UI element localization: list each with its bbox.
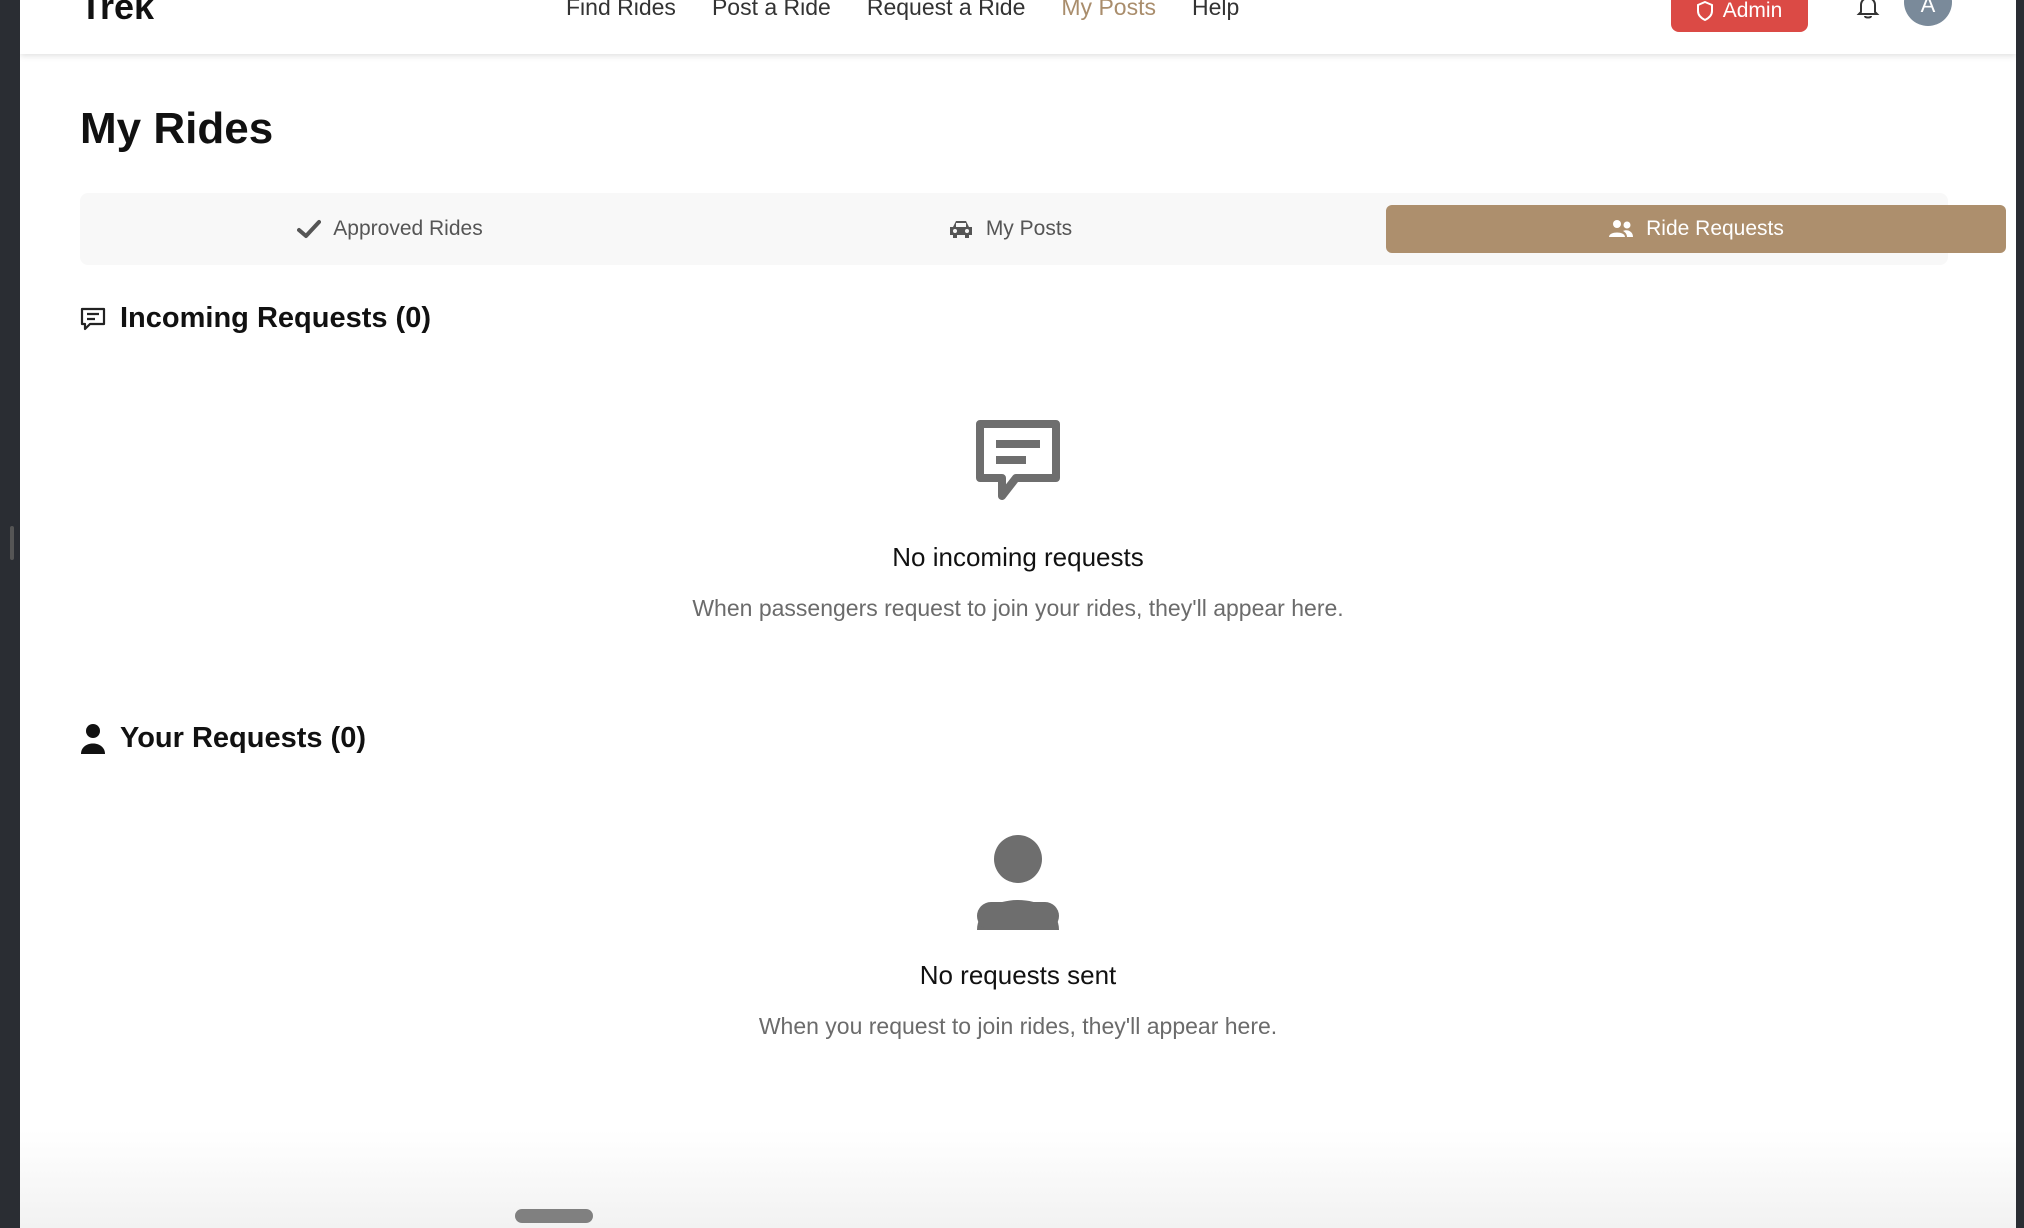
tab-ride-requests[interactable]: Ride Requests	[1386, 205, 2006, 253]
tab-label: Approved Rides	[333, 217, 483, 240]
your-requests-empty-title: No requests sent	[919, 960, 1117, 990]
tab-label: Ride Requests	[1646, 217, 1784, 240]
incoming-empty-title: No incoming requests	[892, 542, 1144, 572]
incoming-requests-title: Incoming Requests (0)	[120, 302, 431, 334]
avatar[interactable]: A	[1904, 0, 1952, 26]
admin-button[interactable]: Admin	[1671, 0, 1808, 32]
main-nav: Find Rides Post a Ride Request a Ride My…	[566, 0, 1239, 21]
nav-my-posts[interactable]: My Posts	[1061, 0, 1156, 21]
your-requests-heading: Your Requests (0)	[80, 722, 366, 755]
check-icon	[297, 220, 322, 238]
message-icon	[80, 307, 106, 330]
top-navbar: Trek Find Rides Post a Ride Request a Ri…	[20, 0, 2016, 54]
tab-my-posts[interactable]: My Posts	[700, 205, 1320, 253]
bottom-fade	[20, 1130, 2016, 1228]
incoming-requests-heading: Incoming Requests (0)	[80, 302, 431, 335]
user-icon	[81, 723, 105, 754]
page-title: My Rides	[80, 104, 274, 153]
nav-post-a-ride[interactable]: Post a Ride	[712, 0, 831, 21]
window-resize-handle[interactable]	[10, 526, 14, 560]
tab-bar: Approved Rides My Posts Ride Requests	[80, 193, 2006, 265]
nav-request-a-ride[interactable]: Request a Ride	[867, 0, 1026, 21]
tab-approved-rides[interactable]: Approved Rides	[80, 205, 700, 253]
nav-find-rides[interactable]: Find Rides	[566, 0, 676, 21]
bell-icon[interactable]	[1855, 0, 1881, 20]
incoming-empty-state: No incoming requests When passengers req…	[20, 420, 2016, 622]
app-window: Trek Find Rides Post a Ride Request a Ri…	[20, 0, 2016, 1228]
nav-help[interactable]: Help	[1192, 0, 1239, 21]
admin-button-label: Admin	[1722, 0, 1783, 22]
tab-label: My Posts	[985, 217, 1073, 240]
car-icon	[949, 221, 972, 238]
users-icon	[1609, 220, 1634, 237]
your-requests-title: Your Requests (0)	[120, 722, 367, 754]
your-requests-empty-description: When you request to join rides, they'll …	[758, 1013, 1278, 1039]
incoming-empty-description: When passengers request to join your rid…	[692, 595, 1344, 621]
brand-logo[interactable]: Trek	[80, 0, 154, 28]
your-requests-empty-state: No requests sent When you request to joi…	[20, 834, 2016, 1040]
message-icon	[976, 420, 1060, 500]
horizontal-scrollbar[interactable]	[515, 1209, 593, 1223]
shield-icon	[1696, 1, 1713, 21]
user-icon	[977, 835, 1059, 930]
